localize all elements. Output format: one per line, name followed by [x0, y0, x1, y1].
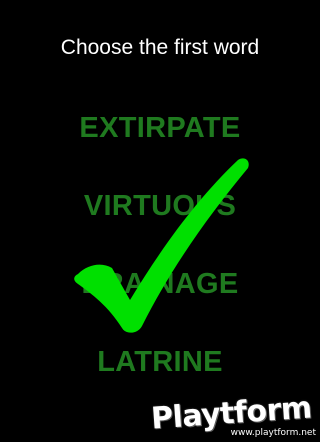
word-option-2[interactable]: VIRTUOUS: [0, 190, 320, 222]
watermark: Playtform www.playtform.net: [150, 390, 316, 438]
word-option-1[interactable]: EXTIRPATE: [0, 112, 320, 144]
watermark-url: www.playtform.net: [230, 428, 316, 438]
checkmark-icon: [74, 158, 249, 333]
instruction-text: Choose the first word: [60, 36, 260, 59]
word-option-4[interactable]: LATRINE: [0, 346, 320, 378]
word-option-3[interactable]: DRAINAGE: [0, 268, 320, 300]
